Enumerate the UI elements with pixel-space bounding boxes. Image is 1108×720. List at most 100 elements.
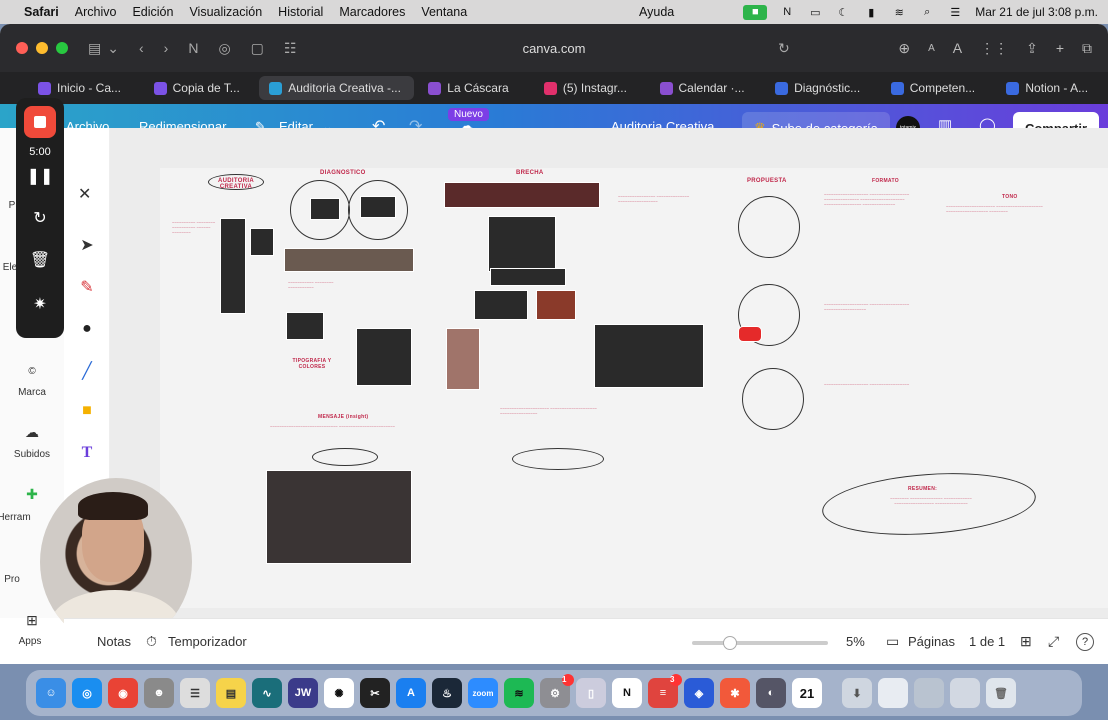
- zoom-app-icon[interactable]: zoom: [468, 678, 498, 708]
- browser-tab[interactable]: Auditoria Creativa -...: [259, 76, 415, 100]
- search-icon[interactable]: ⌕: [919, 6, 935, 18]
- brecha-image[interactable]: [490, 268, 566, 286]
- formato-notes[interactable]: ~~~~~~~~~~~~~~~~~~~ ~~~~~~~~~~~~~~~~~: [824, 382, 924, 404]
- tabs-icon[interactable]: ⧉: [1082, 40, 1092, 57]
- menu-archivo[interactable]: Archivo: [75, 5, 117, 19]
- share-icon[interactable]: ⇪: [1026, 40, 1038, 57]
- sidebar-icon[interactable]: ▤: [88, 40, 101, 57]
- brecha-heading[interactable]: BRECHA: [516, 170, 543, 176]
- menubar-clock[interactable]: Mar 21 de jul 3:08 p.m.: [975, 5, 1098, 19]
- notion-dock-icon[interactable]: N: [612, 678, 642, 708]
- chatgpt-icon[interactable]: ✺: [324, 678, 354, 708]
- browser-tab[interactable]: Copia de T...: [144, 76, 256, 100]
- notion-ext-icon[interactable]: N: [188, 40, 198, 56]
- help-button[interactable]: ?: [1076, 632, 1094, 651]
- chrome-icon[interactable]: ◉: [108, 678, 138, 708]
- text-larger-icon[interactable]: A: [953, 40, 962, 56]
- browser-tab[interactable]: La Cáscara: [418, 76, 530, 100]
- close-icon[interactable]: ✕: [78, 184, 94, 203]
- stocks-icon[interactable]: ∿: [252, 678, 282, 708]
- grid-icon[interactable]: ⋮⋮: [980, 40, 1008, 57]
- tipografia-heading[interactable]: TIPOGRAFIA Y COLORES: [284, 358, 340, 370]
- rail-item-herramientas[interactable]: Herram: [0, 512, 46, 523]
- brecha-image[interactable]: [446, 328, 480, 390]
- reload-icon[interactable]: ↻: [778, 40, 790, 57]
- download-icon[interactable]: ⊕: [898, 40, 910, 57]
- rail-item-marca[interactable]: Marca: [0, 387, 64, 398]
- cloud-upload-icon[interactable]: ☁: [0, 424, 64, 441]
- fullscreen-icon[interactable]: ⤢: [1048, 633, 1059, 650]
- shape-icon[interactable]: ●: [76, 318, 98, 340]
- stop-recording-button[interactable]: [24, 106, 56, 138]
- diagnostico-image[interactable]: [356, 328, 412, 386]
- whiteboard[interactable]: AUDITORIA CREATIVA ~~~~~~~~~~ ~~~~~~~~ ~…: [160, 168, 1108, 608]
- auditoria-image[interactable]: [220, 218, 246, 314]
- recent-window-icon[interactable]: [878, 678, 908, 708]
- zoom-window-button[interactable]: [56, 42, 68, 54]
- text-smaller-icon[interactable]: A: [928, 43, 935, 54]
- mensaje-collage[interactable]: [266, 470, 412, 564]
- brecha-image[interactable]: [536, 290, 576, 320]
- menu-historial[interactable]: Historial: [278, 5, 323, 19]
- vpn-icon[interactable]: ◈: [684, 678, 714, 708]
- diagnostico-image[interactable]: [360, 196, 396, 218]
- close-window-button[interactable]: [16, 42, 28, 54]
- pages-button[interactable]: Páginas: [908, 634, 955, 649]
- address-bar[interactable]: canva.com: [523, 41, 586, 56]
- restart-icon[interactable]: ↻: [24, 202, 56, 234]
- reminders-icon[interactable]: ☰: [180, 678, 210, 708]
- trash-icon[interactable]: 🗑: [24, 244, 56, 276]
- zoom-slider-handle[interactable]: [722, 636, 737, 650]
- safari-icon[interactable]: ◎: [72, 678, 102, 708]
- minimize-window-button[interactable]: [36, 42, 48, 54]
- brecha-strip[interactable]: [444, 182, 600, 208]
- brecha-image[interactable]: [474, 290, 528, 320]
- capcut-icon[interactable]: ✂: [360, 678, 390, 708]
- design-canvas[interactable]: AUDITORIA CREATIVA ~~~~~~~~~~ ~~~~~~~~ ~…: [110, 128, 1108, 618]
- zoom-slider[interactable]: [692, 636, 828, 650]
- resumen-list[interactable]: ~~~~~~~~ ~~~~~~~~~~~~~~ ~~~~~~~~~~~~ ~~~…: [876, 496, 986, 528]
- formato-notes[interactable]: ~~~~~~~~~~~~~~~~~~~ ~~~~~~~~~~~~~~~~~ ~~…: [824, 302, 924, 338]
- steam-icon[interactable]: ♨: [432, 678, 462, 708]
- menu-marcadores[interactable]: Marcadores: [339, 5, 405, 19]
- app-store-icon[interactable]: A: [396, 678, 426, 708]
- resumen-heading[interactable]: RESUMEN:: [908, 486, 937, 492]
- auditoria-image[interactable]: [250, 228, 274, 256]
- notion-icon[interactable]: N: [779, 6, 795, 18]
- brecha-image[interactable]: [488, 216, 556, 272]
- tools-icon[interactable]: ✚: [0, 486, 64, 503]
- ai-app-icon[interactable]: ◐: [756, 678, 786, 708]
- browser-tab[interactable]: Competen...: [881, 76, 993, 100]
- diagnostico-notes[interactable]: ~~~~~~~~~~~ ~~~~~~~~ ~~~~~~~~~~~: [288, 280, 348, 310]
- mensaje-notes[interactable]: ~~~~~~~~~~~~~~~~~~~~~~~~~~~~~ ~~~~~~~~~~…: [270, 424, 420, 436]
- line-icon[interactable]: ╱: [76, 360, 98, 382]
- text-tool-icon[interactable]: T: [76, 442, 98, 464]
- timer-button[interactable]: Temporizador: [168, 634, 247, 649]
- new-tab-icon[interactable]: +: [1056, 40, 1064, 56]
- brush-app-icon[interactable]: ✱: [720, 678, 750, 708]
- recent-window-icon[interactable]: [950, 678, 980, 708]
- battery-icon[interactable]: ▮: [863, 6, 879, 19]
- notes-icon[interactable]: ▤: [216, 678, 246, 708]
- jw-library-icon[interactable]: JW: [288, 678, 318, 708]
- display-icon[interactable]: ▭: [807, 6, 823, 19]
- formato-notes[interactable]: ~~~~~~~~~~~~~~~~~~~ ~~~~~~~~~~~~~~~~~ ~~…: [824, 192, 924, 282]
- browser-tab[interactable]: Notion - A...: [996, 76, 1108, 100]
- brecha-notes[interactable]: ~~~~~~~~~~~~~~~~ ~~~~~~~~~~~~~~ ~~~~~~~~…: [618, 194, 708, 220]
- brecha-image[interactable]: [594, 324, 704, 388]
- wifi-icon[interactable]: ≋: [891, 6, 907, 19]
- diagnostico-heading[interactable]: DIAGNOSTICO: [320, 170, 366, 176]
- auditoria-heading[interactable]: AUDITORIA CREATIVA: [212, 178, 260, 190]
- downloads-icon[interactable]: ⬇: [842, 678, 872, 708]
- browser-tab[interactable]: (5) Instagr...: [534, 76, 646, 100]
- auditoria-notes[interactable]: ~~~~~~~~~~ ~~~~~~~~ ~~~~~~~~~~ ~~~~~~ ~~…: [172, 220, 216, 260]
- facetime-icon[interactable]: ■: [743, 4, 768, 20]
- select-arrow-icon[interactable]: ➤: [76, 234, 98, 256]
- tab-overview-icon[interactable]: ▢: [251, 40, 264, 57]
- propuesta-heading[interactable]: PROPUESTA: [747, 178, 787, 184]
- trash-dock-icon[interactable]: 🗑: [986, 678, 1016, 708]
- reader-icon[interactable]: ☷: [284, 40, 297, 57]
- contacts-icon[interactable]: ☻: [144, 678, 174, 708]
- settings-icon[interactable]: ⚙ 1: [540, 674, 574, 708]
- effects-icon[interactable]: ✷: [24, 288, 56, 320]
